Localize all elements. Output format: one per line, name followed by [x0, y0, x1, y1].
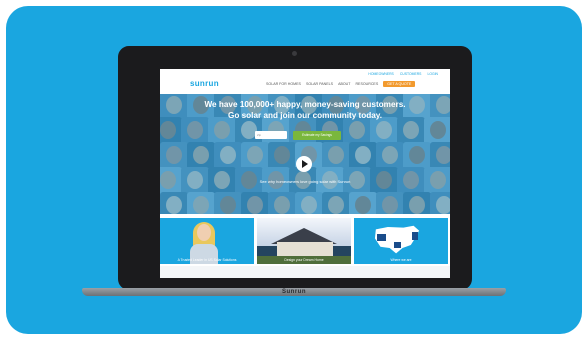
utility-link-homeowners[interactable]: HOMEOWNERS [368, 72, 393, 76]
feature-cards: A Trusted Leader in US Solar Solutions D… [160, 218, 450, 266]
laptop-brand-label: Sunrun [282, 289, 306, 295]
main-nav: SOLAR FOR HOMES SOLAR PANELS ABOUT RESOU… [266, 81, 416, 87]
hero-headline-line-2: Go solar and join our community today. [227, 111, 383, 120]
promo-frame: HOMEOWNERS CUSTOMERS LOGIN sunrun SOLAR … [6, 6, 582, 334]
laptop-lid: HOMEOWNERS CUSTOMERS LOGIN sunrun SOLAR … [118, 46, 472, 290]
quote-form: Zip Estimate my Savings [255, 131, 341, 140]
hero-headline-line-1: We have 100,000+ happy, money-saving cus… [204, 100, 406, 109]
nav-solar-panels[interactable]: SOLAR PANELS [306, 82, 333, 86]
hero-banner: We have 100,000+ happy, money-saving cus… [160, 94, 450, 214]
hero-headline: We have 100,000+ happy, money-saving cus… [160, 99, 450, 121]
utility-link-customers[interactable]: CUSTOMERS [400, 72, 422, 76]
card-label: Design your Dream Home [284, 258, 324, 262]
nav-resources[interactable]: RESOURCES [355, 82, 378, 86]
camera-icon [292, 51, 297, 56]
play-video-icon[interactable] [296, 156, 312, 172]
card-trusted-leader[interactable]: A Trusted Leader in US Solar Solutions [160, 218, 254, 264]
card-where-we-are[interactable]: Where we are [354, 218, 448, 264]
utility-link-login[interactable]: LOGIN [427, 72, 438, 76]
hero-caption: See why homeowners love going solar with… [259, 179, 351, 184]
utility-links: HOMEOWNERS CUSTOMERS LOGIN [368, 72, 438, 76]
card-dream-home[interactable]: Design your Dream Home [257, 218, 351, 264]
nav-solar-for-homes[interactable]: SOLAR FOR HOMES [266, 82, 301, 86]
nav-about[interactable]: ABOUT [338, 82, 350, 86]
estimate-savings-button[interactable]: Estimate my Savings [293, 131, 341, 140]
card-label: A Trusted Leader in US Solar Solutions [177, 258, 237, 262]
laptop-screen: HOMEOWNERS CUSTOMERS LOGIN sunrun SOLAR … [160, 69, 450, 278]
card-label: Where we are [390, 258, 412, 262]
zip-input[interactable]: Zip [255, 131, 287, 139]
get-quote-button[interactable]: GET A QUOTE [383, 81, 416, 87]
spokesperson-image [197, 224, 211, 241]
site-logo[interactable]: sunrun [190, 79, 219, 88]
